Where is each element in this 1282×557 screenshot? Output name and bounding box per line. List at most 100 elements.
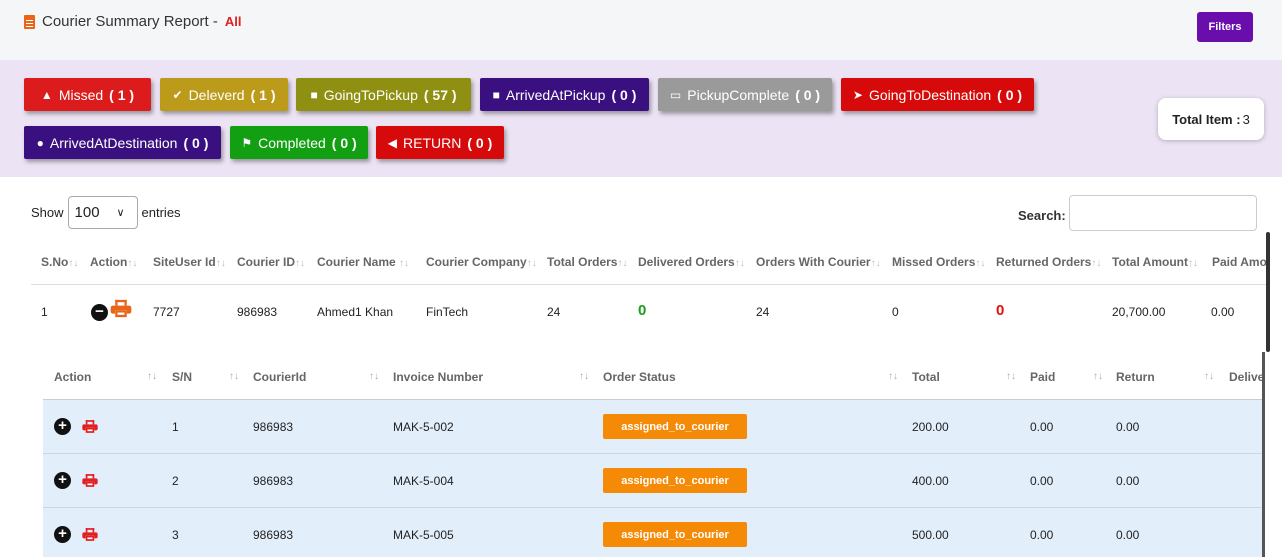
column-header[interactable]: Courier ID↑↓ [237,255,305,269]
total-item-label: Total Item : [1172,111,1241,127]
cell-orders-with-courier: 24 [756,305,770,319]
sort-icon[interactable]: ↑↓ [1006,371,1016,382]
sort-icon[interactable]: ↑↓ [369,371,379,382]
column-header[interactable]: CourierId [253,370,306,384]
print-icon[interactable] [110,299,132,318]
column-header[interactable]: S/N [172,370,192,384]
truck-icon: ■ [310,87,318,102]
map-marker-icon: ● [36,135,44,150]
column-header[interactable]: Paid [1030,370,1055,384]
cell-sn: 3 [172,528,179,542]
column-header[interactable]: S.No↑↓ [41,255,78,269]
filters-button[interactable]: Filters [1197,12,1253,42]
status-delivered-button[interactable]: ✔ Deleverd ( 1 ) [160,78,288,111]
status-count: ( 1 ) [109,86,135,103]
cell-paid-amount: 0.00 [1211,305,1235,319]
print-icon[interactable] [82,528,98,541]
entries-select-value: 100 [74,204,100,221]
cell-return: 0.00 [1116,528,1140,542]
column-header[interactable]: Paid Amo [1212,255,1267,269]
status-count: ( 57 ) [423,86,457,103]
cell-courier-id: 986983 [253,474,294,488]
status-count: ( 0 ) [611,86,637,103]
status-completed-button[interactable]: ⚑ Completed ( 0 ) [230,126,368,159]
inbox-icon: ▭ [669,87,682,102]
status-going-to-destination-button[interactable]: ➤ GoingToDestination ( 0 ) [841,78,1034,111]
expand-row-icon[interactable]: + [54,418,71,435]
report-header: Courier Summary Report - All Filters [0,0,1282,60]
column-header[interactable]: Total Orders↑↓ [547,255,627,269]
column-header[interactable]: Orders With Courier↑↓ [756,255,881,269]
status-count: ( 0 ) [331,134,357,151]
subtable-header-row: Action ↑↓ S/N ↑↓ CourierId ↑↓ Invoice Nu… [43,352,1265,400]
status-label: GoingToDestination [868,86,992,103]
cell-courier-id: 986983 [237,305,278,319]
expand-row-icon[interactable]: + [54,472,71,489]
column-header[interactable]: Returned Orders↑↓ [996,255,1101,269]
column-header[interactable]: Order Status [603,370,676,384]
order-status-badge: assigned_to_courier [603,522,747,547]
sort-icon[interactable]: ↑↓ [147,371,157,382]
column-header[interactable]: Total [912,370,940,384]
table-row: + 2 986983 MAK-5-004 assigned_to_courier… [43,454,1265,508]
entries-length-control: Show 100 ∨ entries [31,196,181,229]
status-missed-button[interactable]: ▲ Missed ( 1 ) [24,78,151,111]
status-label: PickupComplete [687,86,790,103]
column-header[interactable]: Courier Name ↑↓ [317,255,409,269]
sort-icon[interactable]: ↑↓ [229,371,239,382]
column-header[interactable]: Action [54,370,91,384]
status-label: ArrivedAtDestination [49,134,178,151]
flag-icon: ⚑ [241,135,253,150]
cell-courier-company: FinTech [426,305,469,319]
column-header[interactable]: Delive [1229,370,1264,384]
print-icon[interactable] [82,420,98,433]
sort-icon[interactable]: ↑↓ [888,371,898,382]
status-arrived-at-destination-button[interactable]: ● ArrivedAtDestination ( 0 ) [24,126,221,159]
search-input[interactable] [1069,195,1257,231]
status-count: ( 0 ) [795,86,821,103]
file-icon [24,14,35,29]
status-filter-band: ▲ Missed ( 1 ) ✔ Deleverd ( 1 ) ■ GoingToP… [0,60,1282,177]
total-item-card: Total Item : 3 [1158,98,1264,140]
sort-icon[interactable]: ↑↓ [579,371,589,382]
cell-paid: 0.00 [1030,420,1054,434]
cell-paid: 0.00 [1030,528,1054,542]
column-header[interactable]: Return [1116,370,1155,384]
order-status-badge: assigned_to_courier [603,414,747,439]
status-going-to-pickup-button[interactable]: ■ GoingToPickup ( 57 ) [296,78,471,111]
status-label: Missed [58,86,104,103]
column-header[interactable]: Invoice Number [393,370,483,384]
status-label: Completed [258,134,326,151]
collapse-row-icon[interactable]: − [91,304,108,321]
status-return-button[interactable]: ◀ RETURN ( 0 ) [376,126,504,159]
sort-icon[interactable]: ↑↓ [1093,371,1103,382]
cell-delivered-orders: 0 [638,302,647,319]
expand-row-icon[interactable]: + [54,526,71,543]
cell-total: 500.00 [912,528,949,542]
table-scrollbar[interactable] [1266,232,1270,352]
status-pickup-complete-button[interactable]: ▭ PickupComplete ( 0 ) [658,78,832,111]
sort-icon[interactable]: ↑↓ [1204,371,1214,382]
entries-select[interactable]: 100 ∨ [67,196,138,229]
print-icon[interactable] [82,474,98,487]
cell-invoice-number: MAK-5-002 [393,420,454,434]
order-details-table: Action ↑↓ S/N ↑↓ CourierId ↑↓ Invoice Nu… [43,352,1265,557]
column-header[interactable]: Total Amount↑↓ [1112,255,1198,269]
briefcase-icon: ■ [492,87,500,102]
cell-sn: 2 [172,474,179,488]
page-title-text: Courier Summary Report - [42,13,218,30]
total-item-value: 3 [1242,111,1250,127]
status-label: GoingToPickup [323,86,418,103]
search-label: Search: [1018,208,1066,223]
column-header[interactable]: Courier Company↑↓ [426,255,537,269]
cell-sno: 1 [41,305,48,319]
status-count: ( 0 ) [997,86,1023,103]
status-arrived-at-pickup-button[interactable]: ■ ArrivedAtPickup ( 0 ) [480,78,649,111]
show-label: Show [31,205,64,220]
subtable-scrollbar[interactable] [1262,352,1265,557]
column-header[interactable]: Action↑↓ [90,255,137,269]
status-label: RETURN [403,134,462,151]
column-header[interactable]: SiteUser Id↑↓ [153,255,226,269]
column-header[interactable]: Delivered Orders↑↓ [638,255,745,269]
column-header[interactable]: Missed Orders↑↓ [892,255,985,269]
